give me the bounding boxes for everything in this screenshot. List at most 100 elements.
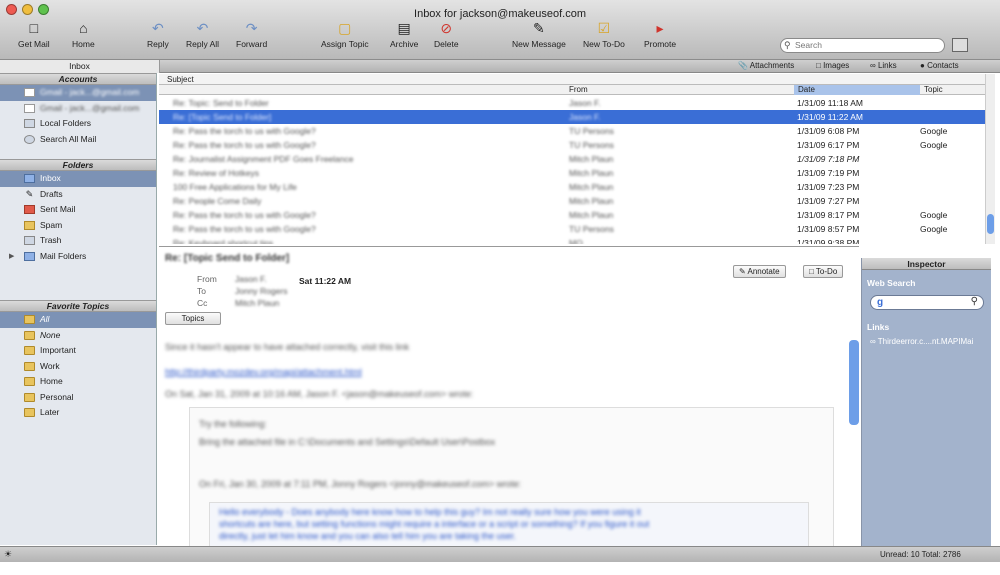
sidebar-item-local-folders[interactable]: Local Folders: [0, 116, 156, 132]
new-todo-button[interactable]: ☑ New To-Do: [583, 19, 625, 49]
from-column-header[interactable]: From: [563, 85, 789, 95]
topic-folder-icon: [24, 392, 35, 402]
todo-button[interactable]: □ To-Do: [803, 265, 844, 278]
web-search-input[interactable]: g ⚲: [870, 295, 984, 310]
account-icon: [24, 103, 35, 113]
home-button[interactable]: ⌂ Home: [72, 19, 95, 49]
table-row[interactable]: Re: Pass the torch to us with Google? Mi…: [159, 208, 985, 222]
archive-icon: ▤: [397, 20, 411, 36]
activity-icon[interactable]: ☀: [4, 549, 12, 560]
search-input[interactable]: ⚲ Search: [780, 38, 945, 53]
filter-contacts[interactable]: ● Contacts: [920, 61, 959, 70]
filter-links[interactable]: ∞ Links: [870, 61, 897, 70]
get-mail-button[interactable]: □ Get Mail: [18, 19, 50, 49]
status-bar: ☀ Unread: 10 Total: 2786: [0, 546, 1000, 562]
message-list: Subject From Date Topic Re: Topic: Send …: [159, 74, 985, 244]
list-column-header-row: From Date Topic: [159, 85, 985, 95]
to-label: To: [197, 286, 206, 296]
sidebar: Accounts Gmail - jack...@gmail.com Gmail…: [0, 73, 157, 545]
scrollbar-thumb[interactable]: [987, 214, 994, 234]
annotate-button[interactable]: ✎ Annotate: [733, 265, 786, 278]
reply-button[interactable]: ↶ Reply: [147, 19, 169, 49]
delete-button[interactable]: ⊘ Delete: [434, 19, 459, 49]
topic-folder-icon: [24, 361, 35, 371]
topic-folder-icon: [24, 330, 35, 340]
search-icon[interactable]: ⚲: [971, 296, 978, 307]
message-preview: Re: [Topic Send to Folder] From To Cc Ja…: [159, 246, 859, 547]
tab-strip: Inbox 📎 Attachments □ Images ∞ Links ● C…: [0, 60, 1000, 73]
table-row[interactable]: Re: [Topic Send to Folder] Jason F. 1/31…: [159, 110, 985, 124]
inspector-header: Inspector: [862, 258, 991, 270]
sidebar-item-topic-later[interactable]: Later: [0, 405, 156, 421]
table-row[interactable]: Re: Journalist Assignment PDF Goes Freel…: [159, 152, 985, 166]
toolbar: Inbox for jackson@makeuseof.com □ Get Ma…: [0, 0, 1000, 60]
trash-icon: [24, 236, 35, 245]
preview-subject: Re: [Topic Send to Folder]: [165, 253, 290, 264]
table-row[interactable]: Re: Keyboard shortcut tips MO 1/31/09 9:…: [159, 236, 985, 244]
table-row[interactable]: Re: Pass the torch to us with Google? TU…: [159, 124, 985, 138]
sidebar-item-drafts[interactable]: ✎ Drafts: [0, 187, 156, 203]
table-row[interactable]: Re: Topic: Send to Folder Jason F. 1/31/…: [159, 96, 985, 110]
sidebar-item-inbox[interactable]: Inbox: [0, 171, 156, 187]
topic-folder-icon: [24, 346, 35, 355]
new-message-button[interactable]: ✎ New Message: [512, 19, 566, 49]
message-list-scrollbar[interactable]: [985, 74, 995, 244]
sidebar-item-topic-none[interactable]: None: [0, 328, 156, 344]
sidebar-item-trash[interactable]: Trash: [0, 233, 156, 249]
sidebar-item-account[interactable]: Gmail - jack...@gmail.com: [0, 101, 156, 117]
table-row[interactable]: 100 Free Applications for My Life Mitch …: [159, 180, 985, 194]
links-label: Links: [867, 322, 890, 332]
date-column-header[interactable]: Date: [794, 85, 920, 95]
reply-icon: ↶: [151, 20, 164, 36]
assign-topic-button[interactable]: ▢ Assign Topic: [321, 19, 369, 49]
sidebar-item-sent-mail[interactable]: Sent Mail: [0, 202, 156, 218]
sidebar-item-topic-personal[interactable]: Personal: [0, 390, 156, 406]
sidebar-item-topic-home[interactable]: Home: [0, 374, 156, 390]
sidebar-item-topic-work[interactable]: Work: [0, 359, 156, 375]
google-icon[interactable]: g: [877, 297, 883, 308]
spam-icon: [24, 220, 35, 230]
folders-header: Folders: [0, 159, 156, 171]
reply-all-button[interactable]: ↶ Reply All: [186, 19, 219, 49]
to-value[interactable]: Jonny Rogers: [235, 286, 287, 296]
sidebar-item-topic-all[interactable]: All: [0, 312, 156, 328]
table-row[interactable]: Re: Pass the torch to us with Google? TU…: [159, 222, 985, 236]
disclosure-triangle-icon[interactable]: ▶: [9, 249, 14, 265]
topic-column-header[interactable]: Topic: [920, 85, 980, 95]
delete-icon: ⊘: [440, 20, 453, 36]
promote-button[interactable]: ▸ Promote: [644, 19, 676, 49]
tab-inbox[interactable]: Inbox: [0, 60, 160, 73]
table-row[interactable]: Re: Pass the torch to us with Google? TU…: [159, 138, 985, 152]
message-counts: Unread: 10 Total: 2786: [880, 550, 961, 559]
favorite-topics-header: Favorite Topics: [0, 300, 156, 312]
message-time: Sat 11:22 AM: [299, 276, 352, 286]
from-value[interactable]: Jason F.: [235, 274, 267, 284]
sidebar-item-account[interactable]: Gmail - jack...@gmail.com: [0, 85, 156, 101]
sidebar-item-mail-folders[interactable]: ▶ Mail Folders: [0, 249, 156, 265]
account-icon: [24, 88, 35, 97]
inspector-link[interactable]: ∞ Thirdeerror.c....nt.MAPIMai: [870, 337, 973, 346]
table-row[interactable]: Re: Review of Hotkeys Mitch Plaun 1/31/0…: [159, 166, 985, 180]
sidebar-item-search-all-mail[interactable]: Search All Mail: [0, 132, 156, 148]
filter-attachments[interactable]: 📎 Attachments: [738, 61, 794, 70]
subject-column-header[interactable]: Subject: [159, 74, 985, 85]
topic-folder-icon: [24, 315, 35, 324]
megaphone-icon: ▸: [656, 20, 664, 36]
table-row[interactable]: Re: People Come Daily Mitch Plaun 1/31/0…: [159, 194, 985, 208]
filter-images[interactable]: □ Images: [816, 61, 849, 70]
forward-button[interactable]: ↷ Forward: [236, 19, 267, 49]
layout-toggle-icon[interactable]: [952, 38, 968, 52]
topic-folder-icon: [24, 408, 35, 417]
sidebar-item-spam[interactable]: Spam: [0, 218, 156, 234]
preview-scrollbar-thumb[interactable]: [849, 340, 859, 425]
archive-button[interactable]: ▤ Archive: [390, 19, 418, 49]
topics-button[interactable]: Topics: [165, 312, 221, 325]
sidebar-item-topic-important[interactable]: Important: [0, 343, 156, 359]
folder-icon: [24, 251, 35, 261]
local-folders-icon: [24, 119, 35, 128]
search-icon: ⚲: [784, 40, 791, 50]
pencil-icon: ✎: [25, 188, 34, 199]
web-search-label: Web Search: [867, 278, 916, 288]
cc-value[interactable]: Mitch Plaun: [235, 298, 279, 308]
inbox-icon: [24, 174, 35, 183]
